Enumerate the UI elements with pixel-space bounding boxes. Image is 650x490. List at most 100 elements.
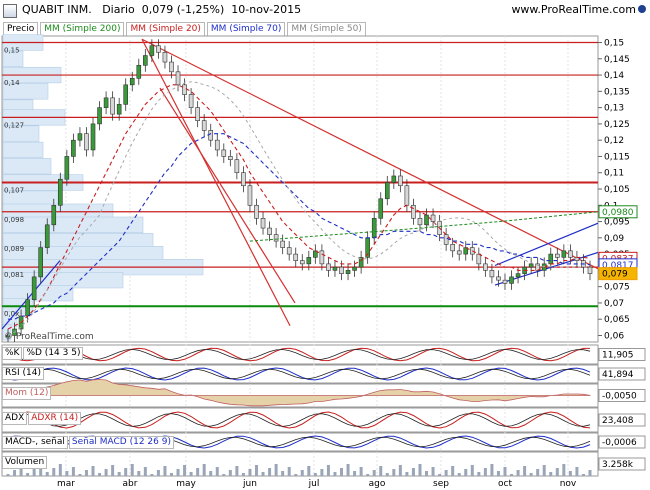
volume-bar-46 (307, 466, 311, 476)
candle-body-46 (306, 257, 312, 265)
y-tick-label-11: 0,095 (604, 218, 630, 228)
volume-bar-69 (457, 473, 461, 476)
volume-bar-82 (542, 465, 546, 476)
volume-bar-45 (300, 470, 304, 476)
volume-bar-23 (156, 470, 160, 476)
volume-bar-24 (163, 466, 167, 476)
candle-body-11 (77, 133, 83, 141)
candle-body-35 (234, 159, 240, 174)
candle-body-20 (136, 64, 142, 79)
pane-label-adx[interactable]: ADX ADXR (14) (2, 412, 82, 425)
volume-profile-label-5: 0,089 (4, 245, 24, 253)
y-tick-label-7: 0,115 (604, 152, 630, 162)
pane-label-stochastic[interactable]: %K %D (14 3 5) (2, 347, 84, 360)
candle-body-52 (345, 270, 351, 274)
volume-bar-58 (385, 473, 389, 476)
volume-bar-71 (470, 465, 474, 476)
candle-body-26 (175, 71, 181, 86)
candle-body-10 (71, 139, 76, 157)
candle-body-27 (182, 84, 187, 95)
candle-body-4 (31, 276, 37, 300)
volume-profile-label-4: 0,098 (4, 216, 24, 224)
volume-bar-73 (483, 468, 487, 476)
x-label-8: nov (560, 479, 577, 489)
volume-bar-66 (438, 474, 442, 476)
candle-body-67 (443, 234, 449, 245)
chart-window: { "header": { "symbol": "QUABIT INM.", "… (0, 0, 650, 490)
volume-bar-62 (411, 468, 415, 476)
pane-label-momentum[interactable]: Mom (12) (2, 387, 52, 400)
volume-bar-44 (294, 474, 298, 476)
volume-bar-88 (581, 474, 585, 476)
volume-bar-34 (228, 470, 232, 476)
volume-bar-40 (268, 468, 272, 476)
candle-body-72 (476, 253, 482, 265)
candle-body-78 (515, 273, 521, 278)
y-tick-label-4: 0,13 (604, 104, 624, 114)
volume-bar-85 (562, 464, 566, 476)
volume-bar-42 (281, 471, 285, 476)
volume-bar-60 (398, 465, 402, 476)
volume-bar-87 (575, 467, 579, 476)
volume-bar-76 (503, 467, 507, 476)
indicator-value-3: 23,408 (602, 416, 634, 426)
candle-body-7 (51, 204, 57, 226)
volume-bar-54 (359, 467, 363, 476)
volume-bar-72 (477, 472, 481, 476)
x-label-5: ago (369, 479, 386, 489)
volume-bar-10 (71, 467, 75, 476)
volume-profile-bar-8 (2, 158, 52, 175)
volume-bar-6 (45, 472, 49, 476)
candle-body-22 (149, 45, 155, 56)
volume-bar-22 (150, 474, 154, 476)
volume-bar-75 (496, 471, 500, 476)
volume-bar-41 (274, 464, 278, 476)
volume-bar-83 (549, 472, 553, 476)
y-tick-label-3: 0,135 (604, 87, 630, 97)
volume-bar-36 (241, 473, 245, 476)
pane-label-rsi[interactable]: RSI (14) (2, 367, 45, 380)
volume-profile-label-2: 0,127 (4, 121, 24, 129)
candle-body-9 (64, 156, 70, 180)
volume-bar-29 (196, 468, 200, 476)
candle-body-40 (267, 227, 272, 235)
candle-body-51 (339, 266, 344, 274)
candle-body-16 (110, 97, 115, 115)
volume-profile-label-3: 0,107 (4, 186, 24, 194)
candle-body-64 (424, 214, 429, 226)
candle-body-36 (241, 172, 246, 187)
pane-label-macd[interactable]: MACD-, señal Señal MACD (12 26 9) (2, 436, 175, 449)
candle-body-38 (254, 204, 259, 219)
y-tick-label-9: 0,105 (604, 185, 630, 195)
volume-bar-78 (516, 470, 520, 476)
volume-bar-67 (444, 470, 448, 476)
x-label-3: jun (242, 479, 257, 489)
pane-label-volume[interactable]: Volumen (2, 456, 48, 469)
y-tick-label-0: 0,15 (604, 39, 624, 49)
volume-profile-label-6: 0,081 (4, 271, 24, 279)
candle-body-31 (208, 130, 214, 141)
volume-bar-18 (124, 468, 128, 476)
candle-body-13 (90, 123, 96, 151)
x-label-4: jul (308, 479, 320, 489)
volume-bar-89 (588, 470, 592, 476)
candle-body-76 (502, 279, 508, 284)
candle-body-48 (319, 250, 325, 265)
volume-bar-70 (464, 469, 468, 476)
y-tick-label-17: 0,065 (604, 315, 630, 325)
price-chart[interactable]: 0,150,140,1270,1070,0980,0890,0810,0x 0,… (0, 0, 650, 490)
candle-body-18 (123, 84, 129, 105)
x-label-0: mar (57, 479, 75, 489)
volume-bar-27 (183, 465, 187, 476)
volume-bar-80 (529, 473, 533, 476)
volume-bar-30 (202, 464, 206, 476)
volume-bar-79 (523, 466, 527, 476)
candle-body-83 (548, 253, 554, 265)
x-label-7: oct (498, 479, 512, 489)
volume-bar-21 (143, 467, 147, 476)
candle-body-24 (162, 51, 168, 63)
x-label-1: abr (123, 479, 138, 489)
price-badge-label-0: 0,0980 (602, 208, 634, 218)
candle-body-75 (496, 276, 501, 281)
candle-body-23 (156, 45, 161, 53)
